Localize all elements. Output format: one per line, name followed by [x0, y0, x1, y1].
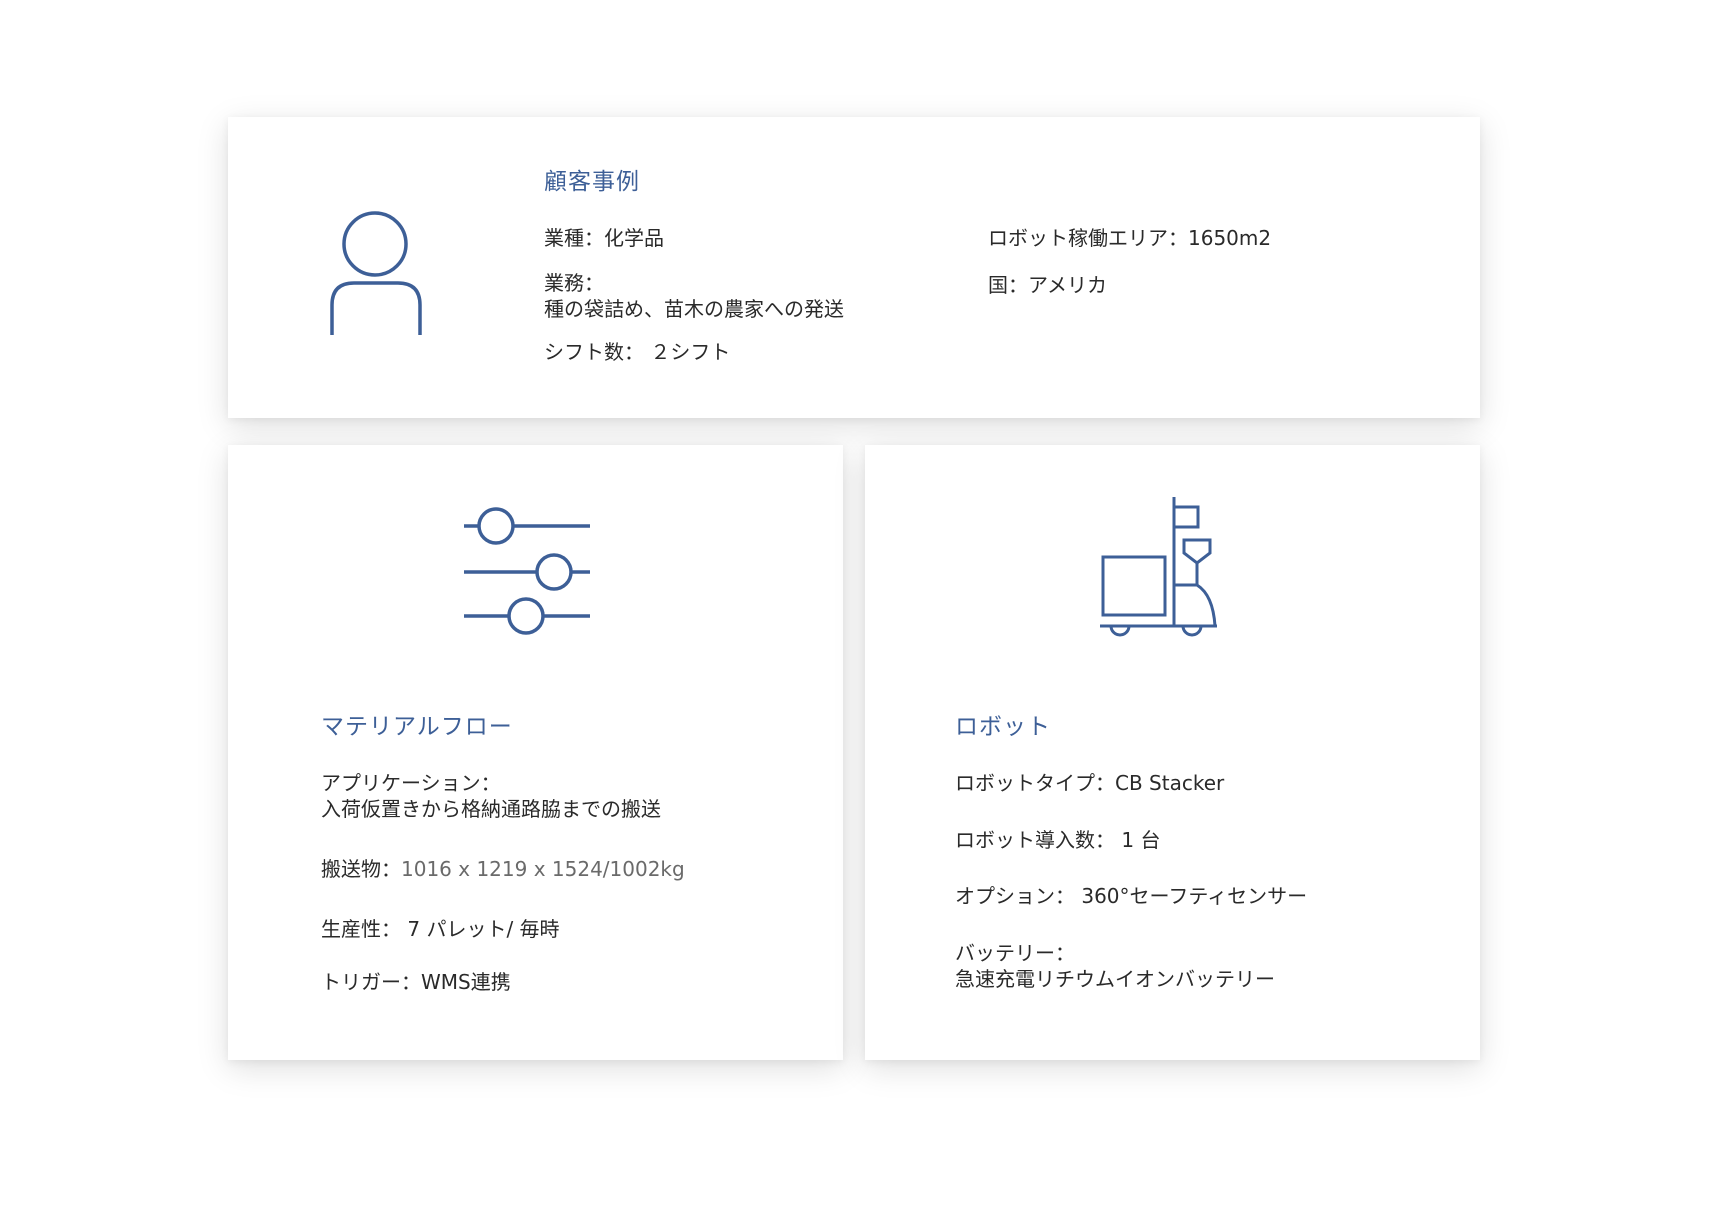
shift-text: シフト数： ２シフト	[544, 340, 731, 364]
forklift-robot-icon	[1099, 495, 1219, 637]
customer-case-card: 顧客事例 業種：化学品 業務： 種の袋詰め、苗木の農家への発送 シフト数： ２シ…	[228, 117, 1480, 418]
country-text: 国：アメリカ	[988, 273, 1107, 297]
payload-label: 搬送物：	[321, 857, 401, 881]
payload-value: 1016 x 1219 x 1524/1002kg	[401, 857, 685, 881]
industry-text: 業種：化学品	[544, 226, 664, 250]
battery-text: バッテリー： 急速充電リチウムイオンバッテリー	[955, 940, 1275, 992]
application-value: 入荷仮置きから格納通路脇までの搬送	[321, 797, 661, 821]
task-value: 種の袋詰め、苗木の農家への発送	[544, 297, 844, 321]
material-flow-card: マテリアルフロー アプリケーション： 入荷仮置きから格納通路脇までの搬送 搬送物…	[228, 445, 843, 1060]
sliders-icon	[463, 500, 593, 638]
robot-card: ロボット ロボットタイプ：CB Stacker ロボット導入数： 1 台 オプシ…	[865, 445, 1480, 1060]
robot-type-text: ロボットタイプ：CB Stacker	[955, 771, 1225, 795]
payload-text: 搬送物：1016 x 1219 x 1524/1002kg	[321, 856, 685, 882]
material-flow-title: マテリアルフロー	[321, 714, 513, 740]
application-text: アプリケーション： 入荷仮置きから格納通路脇までの搬送	[321, 770, 661, 822]
customer-case-title: 顧客事例	[544, 169, 640, 195]
person-icon	[328, 209, 426, 337]
task-label: 業務：	[544, 271, 604, 295]
robot-count-text: ロボット導入数： 1 台	[955, 828, 1161, 852]
option-text: オプション： 360°セーフティセンサー	[955, 884, 1308, 908]
battery-value: 急速充電リチウムイオンバッテリー	[955, 967, 1275, 991]
productivity-text: 生産性： 7 パレット/ 毎時	[321, 917, 560, 941]
application-label: アプリケーション：	[321, 771, 501, 795]
robot-area-text: ロボット稼働エリア：1650m2	[988, 226, 1272, 250]
robot-title: ロボット	[955, 714, 1051, 740]
task-text: 業務： 種の袋詰め、苗木の農家への発送	[544, 270, 844, 322]
battery-label: バッテリー：	[955, 941, 1075, 965]
trigger-text: トリガー：WMS連携	[321, 970, 511, 994]
